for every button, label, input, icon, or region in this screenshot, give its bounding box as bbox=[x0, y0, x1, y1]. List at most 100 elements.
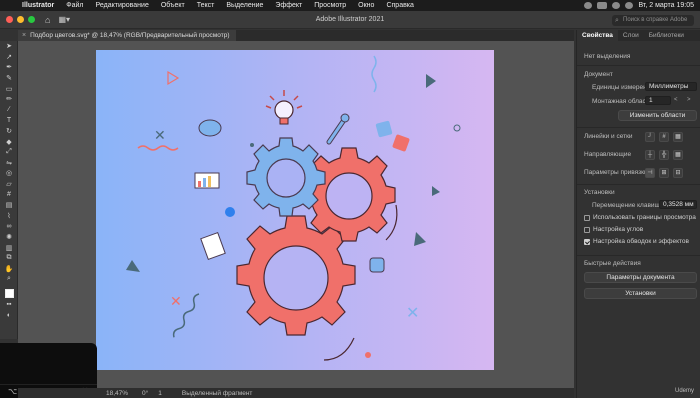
zoom-window-button[interactable] bbox=[28, 16, 35, 23]
direct-selection-tool-icon[interactable]: ↗ bbox=[0, 52, 18, 63]
rotation-angle[interactable]: 0° bbox=[142, 390, 148, 397]
fill-stroke-swatch[interactable] bbox=[0, 289, 18, 300]
gradient-tool-icon[interactable]: ▤ bbox=[0, 200, 18, 211]
squiggle-red bbox=[137, 145, 179, 151]
prev-artboard-icon[interactable]: < bbox=[674, 97, 678, 103]
battery-icon[interactable] bbox=[597, 2, 608, 9]
snap-to-point-icon[interactable]: ⊣ bbox=[645, 168, 655, 178]
menu-help[interactable]: Справка bbox=[380, 2, 419, 9]
control-center-icon[interactable] bbox=[625, 2, 634, 9]
artboard-value: 1 bbox=[649, 97, 653, 104]
edit-artboards-button[interactable]: Изменить области bbox=[618, 110, 697, 121]
canvas-area[interactable]: ✕ ✕ ✕ bbox=[18, 41, 574, 388]
show-guides-icon[interactable]: ┼ bbox=[645, 150, 655, 160]
artboard-navigator[interactable]: 1 bbox=[158, 390, 162, 397]
minimize-window-button[interactable] bbox=[17, 16, 24, 23]
artboard[interactable]: ✕ ✕ ✕ bbox=[96, 50, 494, 370]
curvature-tool-icon[interactable]: ✎ bbox=[0, 73, 18, 84]
perspective-tool-icon[interactable]: ▱ bbox=[0, 179, 18, 190]
menu-file[interactable]: Файл bbox=[60, 2, 89, 9]
scale-strokes-box[interactable] bbox=[584, 238, 590, 245]
blend-tool-icon[interactable]: ∞ bbox=[0, 221, 18, 232]
close-window-button[interactable] bbox=[6, 16, 13, 23]
menu-effect[interactable]: Эффект bbox=[269, 2, 308, 9]
width-tool-icon[interactable]: ⇋ bbox=[0, 158, 18, 169]
document-setup-button[interactable]: Параметры документа bbox=[584, 272, 697, 283]
tab-properties[interactable]: Свойства bbox=[577, 30, 618, 41]
scale-strokes-checkbox[interactable]: Настройка обводок и эффектов bbox=[584, 238, 689, 245]
option-key-icon[interactable]: ⌥ bbox=[8, 387, 17, 396]
brush-tool-icon[interactable]: ∕ bbox=[0, 105, 18, 116]
menu-view[interactable]: Просмотр bbox=[308, 2, 352, 9]
tools-panel: ➤ ↗ ✒ ✎ ▭ ✏ ∕ T ↻ ◆ ⤢ ⇋ ◎ ▱ # ▤ ⌇ ∞ ✺ ▥ … bbox=[0, 41, 18, 339]
graph-tool-icon[interactable]: ▥ bbox=[0, 242, 18, 253]
selection-status[interactable]: Выделенный фрагмент bbox=[182, 390, 253, 397]
scale-tool-icon[interactable]: ⤢ bbox=[0, 147, 18, 158]
artboard-select[interactable]: 1 bbox=[645, 96, 671, 105]
triangle-outline bbox=[167, 70, 180, 86]
mesh-tool-icon[interactable]: # bbox=[0, 189, 18, 200]
preview-bounds-checkbox[interactable]: Использовать границы просмотра bbox=[584, 214, 696, 221]
wifi-icon[interactable] bbox=[612, 2, 621, 9]
menu-edit[interactable]: Редактирование bbox=[90, 2, 155, 9]
arrange-documents-icon[interactable]: ▦▾ bbox=[58, 15, 70, 24]
menu-type[interactable]: Текст bbox=[191, 2, 221, 9]
document-tab[interactable]: × Подбор цветов.svg* @ 18,47% (RGB/Предв… bbox=[18, 30, 236, 41]
cross-3: ✕ bbox=[406, 305, 419, 322]
rectangle-tool-icon[interactable]: ▭ bbox=[0, 83, 18, 94]
menu-object[interactable]: Объект bbox=[155, 2, 191, 9]
divider bbox=[577, 127, 700, 128]
ruler-icon[interactable]: ┘ bbox=[645, 132, 655, 142]
dot-4 bbox=[250, 143, 254, 147]
zoom-level[interactable]: 18,47% bbox=[106, 390, 128, 397]
smart-guides-icon[interactable]: ▦ bbox=[673, 150, 683, 160]
snap-to-pixel-icon[interactable]: ⊞ bbox=[659, 168, 669, 178]
home-icon[interactable]: ⌂ bbox=[45, 15, 50, 25]
zoom-tool-icon[interactable]: ⌕ bbox=[0, 274, 18, 285]
dot-3 bbox=[453, 124, 461, 132]
squiggle-blue bbox=[371, 55, 377, 93]
preview-bounds-box[interactable] bbox=[584, 214, 590, 221]
grid-icon[interactable]: # bbox=[659, 132, 669, 142]
divider bbox=[577, 255, 700, 256]
snap-options-label: Параметры привязки bbox=[584, 169, 648, 176]
preferences-button[interactable]: Установки bbox=[584, 288, 697, 299]
menu-select[interactable]: Выделение bbox=[220, 2, 269, 9]
close-tab-icon[interactable]: × bbox=[22, 32, 26, 39]
snap-to-glyph-icon[interactable]: ⊟ bbox=[673, 168, 683, 178]
color-mode-icon[interactable]: ▪▪ bbox=[0, 299, 18, 310]
next-artboard-icon[interactable]: > bbox=[687, 97, 691, 103]
lock-guides-icon[interactable]: ╬ bbox=[659, 150, 669, 160]
units-select[interactable]: Миллиметры bbox=[645, 82, 697, 91]
record-icon[interactable] bbox=[584, 2, 593, 9]
symbol-sprayer-tool-icon[interactable]: ✺ bbox=[0, 232, 18, 243]
selection-tool-icon[interactable]: ➤ bbox=[0, 41, 18, 52]
transparency-grid-icon[interactable]: ▦ bbox=[673, 132, 683, 142]
drawing-mode-icon[interactable]: ◐ bbox=[0, 310, 18, 321]
eyedropper-tool-icon[interactable]: ⌇ bbox=[0, 211, 18, 222]
search-icon: ⌕ bbox=[615, 17, 619, 24]
pen-tool-icon[interactable]: ✒ bbox=[0, 62, 18, 73]
help-search-input[interactable]: ⌕ Поиск в справке Adobe bbox=[612, 15, 694, 26]
rulers-grids-label: Линейки и сетки bbox=[584, 133, 633, 140]
menubar-datetime[interactable]: Вт, 2 марта 19:05 bbox=[638, 2, 694, 9]
tab-layers[interactable]: Слои bbox=[618, 30, 644, 41]
keyboard-increment-input[interactable]: 0,3528 мм bbox=[659, 200, 697, 209]
menu-app-name[interactable]: Illustrator bbox=[16, 2, 60, 9]
fill-swatch[interactable] bbox=[4, 289, 14, 299]
document-tab-title: Подбор цветов.svg* @ 18,47% (RGB/Предвар… bbox=[30, 32, 230, 39]
scale-corners-checkbox[interactable]: Настройка углов bbox=[584, 226, 643, 233]
eraser-tool-icon[interactable]: ◆ bbox=[0, 136, 18, 147]
menubar-status-area: Вт, 2 марта 19:05 bbox=[584, 2, 700, 9]
shape-builder-tool-icon[interactable]: ◎ bbox=[0, 168, 18, 179]
scale-corners-box[interactable] bbox=[584, 226, 590, 233]
tab-libraries[interactable]: Библиотеки bbox=[644, 30, 689, 41]
type-tool-icon[interactable]: T bbox=[0, 115, 18, 126]
pencil-tool-icon[interactable]: ✏ bbox=[0, 94, 18, 105]
artboard-tool-icon[interactable]: ⧉ bbox=[0, 253, 18, 264]
menu-window[interactable]: Окно bbox=[352, 2, 380, 9]
rotate-tool-icon[interactable]: ↻ bbox=[0, 126, 18, 137]
hand-tool-icon[interactable]: ✋ bbox=[0, 263, 18, 274]
wrench-illustration bbox=[326, 113, 350, 145]
divider bbox=[577, 184, 700, 185]
